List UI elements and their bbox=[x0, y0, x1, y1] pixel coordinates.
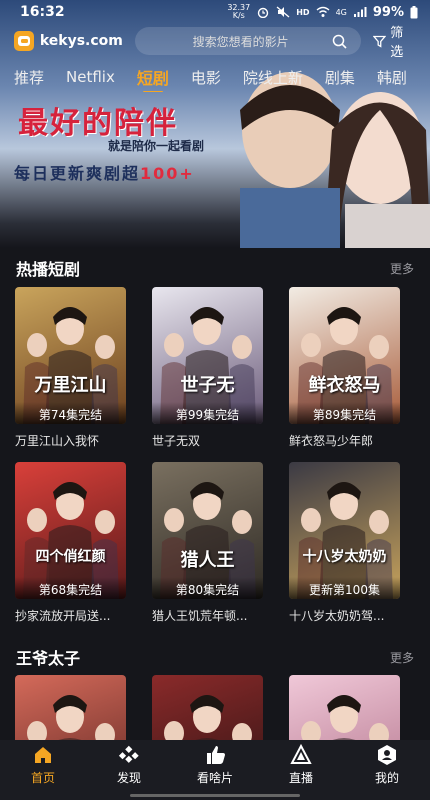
banner-subtitle: 就是陪你一起看剧 bbox=[108, 139, 205, 153]
discover-icon[interactable] bbox=[118, 744, 140, 766]
battery-icon bbox=[410, 5, 418, 18]
drama-card[interactable]: 鲜衣怒马第89集完结鲜衣怒马少年郎 bbox=[289, 287, 400, 450]
section-title: 热播短剧 bbox=[16, 260, 81, 279]
search-bar[interactable]: 搜索您想看的影片 bbox=[134, 27, 362, 55]
hot-shorts-grid: 万里江山 第74集完结 万里江山入我怀 世子无 第99集完结 世子无双 鲜衣怒马 第89集完结… bbox=[15, 287, 415, 625]
poster-image[interactable]: 万里江山第74集完结 bbox=[15, 287, 126, 424]
tab-5[interactable]: 剧集 bbox=[325, 67, 355, 88]
drama-card[interactable]: 世子无第99集完结世子无双 bbox=[152, 287, 263, 450]
episode-badge: 第89集完结 bbox=[289, 402, 400, 424]
status-icons: 32.37 K/s HD 4G 99% bbox=[227, 4, 418, 20]
drama-title[interactable]: 世子无双 bbox=[152, 432, 263, 450]
search-placeholder[interactable]: 搜索您想看的影片 bbox=[149, 33, 332, 50]
battery-level: 99% bbox=[372, 4, 404, 20]
banner-couple-image bbox=[240, 72, 430, 248]
drama-card[interactable]: 四个俏红颜第68集完结抄家流放开局送... bbox=[15, 462, 126, 625]
banner-title: 最好的陪伴 bbox=[18, 106, 178, 141]
episode-badge: 更新第100集 bbox=[289, 577, 400, 599]
nav-item-3[interactable]: 直播 bbox=[266, 744, 336, 786]
profile-icon[interactable] bbox=[376, 744, 398, 766]
tab-1[interactable]: Netflix bbox=[66, 68, 115, 86]
filter-label: 筛选 bbox=[390, 26, 404, 60]
home-icon[interactable] bbox=[32, 744, 54, 766]
episode-badge: 第80集完结 bbox=[152, 577, 263, 599]
tab-2[interactable]: 短剧 bbox=[137, 65, 169, 92]
nav-item-0[interactable]: 首页 bbox=[8, 744, 78, 786]
network-type: 4G bbox=[335, 7, 347, 17]
nav-item-1[interactable]: 发现 bbox=[94, 744, 164, 786]
poster-title-art: 万里江山 bbox=[34, 375, 107, 396]
more-link[interactable]: 更多 bbox=[390, 260, 414, 277]
episode-badge: 第68集完结 bbox=[15, 577, 126, 599]
live-icon[interactable] bbox=[290, 744, 312, 766]
poster-title-art: 十八岁太奶奶 bbox=[302, 549, 387, 565]
status-time: 16:32 bbox=[20, 4, 65, 20]
poster-image[interactable]: 世子无第99集完结 bbox=[152, 287, 263, 424]
poster-image[interactable]: 猎人王第80集完结 bbox=[152, 462, 263, 599]
drama-title[interactable]: 猎人王饥荒年顿... bbox=[152, 607, 263, 625]
drama-card[interactable]: 十八岁太奶奶更新第100集十八岁太奶奶驾... bbox=[289, 462, 400, 625]
nav-item-4[interactable]: 我的 bbox=[352, 744, 422, 786]
nav-item-2[interactable]: 看啥片 bbox=[180, 744, 250, 786]
section-header-prince: 王爷太子 更多 bbox=[16, 645, 414, 669]
logo-icon bbox=[14, 31, 34, 51]
poster-image[interactable]: 四个俏红颜第68集完结 bbox=[15, 462, 126, 599]
logo-text: kekys.com bbox=[39, 33, 123, 49]
poster-image[interactable]: 十八岁太奶奶更新第100集 bbox=[289, 462, 400, 599]
banner-slogan: 每日更新爽剧超100+ bbox=[14, 164, 195, 183]
section-header-hot-shorts: 热播短剧 更多 bbox=[16, 256, 414, 280]
drama-title[interactable]: 抄家流放开局送... bbox=[15, 607, 126, 625]
bottom-navigation: 首页 发现 看啥片 直播 我的 bbox=[0, 740, 430, 790]
network-speed: 32.37 K/s bbox=[227, 3, 251, 20]
nav-label: 首页 bbox=[30, 771, 55, 785]
poster-title-art: 猎人王 bbox=[180, 550, 235, 571]
section-title: 王爷太子 bbox=[16, 649, 81, 668]
filter-icon bbox=[373, 35, 387, 48]
wifi-icon bbox=[316, 6, 330, 17]
signal-icon bbox=[353, 7, 367, 17]
app-header: kekys.com 搜索您想看的影片 筛选 bbox=[0, 26, 430, 60]
drama-card[interactable]: 万里江山第74集完结万里江山入我怀 bbox=[15, 287, 126, 450]
episode-badge: 第74集完结 bbox=[15, 402, 126, 424]
drama-title[interactable]: 鲜衣怒马少年郎 bbox=[289, 432, 400, 450]
drama-title[interactable]: 万里江山入我怀 bbox=[15, 432, 126, 450]
mute-icon bbox=[276, 6, 290, 18]
poster-title-art: 世子无 bbox=[180, 375, 235, 396]
tab-4[interactable]: 院线上新 bbox=[243, 67, 303, 88]
poster-title-art: 四个俏红颜 bbox=[35, 549, 106, 565]
poster-image[interactable]: 鲜衣怒马第89集完结 bbox=[289, 287, 400, 424]
category-tabs: 推荐 Netflix 短剧 电影 院线上新 剧集 韩剧 bbox=[0, 62, 430, 92]
nav-label: 直播 bbox=[288, 771, 313, 785]
search-icon[interactable] bbox=[332, 34, 347, 49]
drama-title[interactable]: 十八岁太奶奶驾... bbox=[289, 607, 400, 625]
nav-label: 看啥片 bbox=[196, 771, 233, 785]
tab-6[interactable]: 韩剧 bbox=[377, 67, 407, 88]
more-link[interactable]: 更多 bbox=[390, 649, 414, 666]
gesture-bar bbox=[0, 790, 430, 800]
tab-3[interactable]: 电影 bbox=[191, 67, 221, 88]
nav-label: 我的 bbox=[374, 771, 399, 785]
drama-card[interactable]: 猎人王第80集完结猎人王饥荒年顿... bbox=[152, 462, 263, 625]
filter-button[interactable]: 筛选 bbox=[373, 22, 416, 60]
hd-icon: HD bbox=[296, 7, 310, 17]
thumbs-up-icon[interactable] bbox=[204, 744, 226, 766]
poster-title-art: 鲜衣怒马 bbox=[308, 375, 381, 396]
nav-label: 发现 bbox=[116, 771, 141, 785]
episode-badge: 第99集完结 bbox=[152, 402, 263, 424]
alarm-icon bbox=[258, 7, 269, 18]
tab-0[interactable]: 推荐 bbox=[14, 67, 44, 88]
status-bar: 16:32 32.37 K/s HD 4G 99% bbox=[0, 0, 430, 24]
